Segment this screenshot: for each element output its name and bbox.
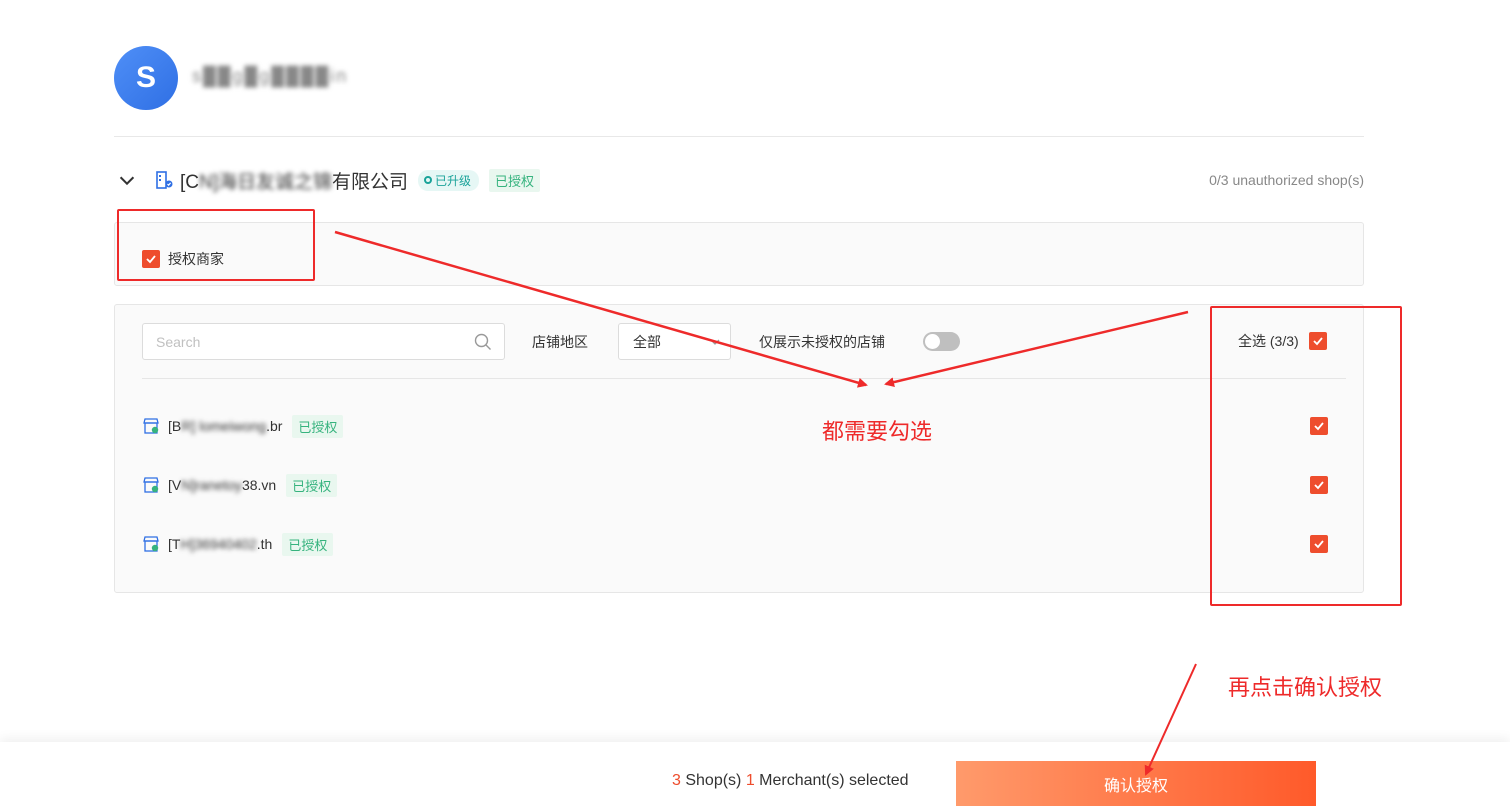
shop-row: [TH]36940402.th 已授权	[142, 532, 1328, 556]
shop-icon	[143, 418, 159, 434]
shop-name: [BR] lomeiwong.br	[168, 418, 283, 434]
merchant-count: 1	[745, 772, 755, 789]
confirm-authorize-button[interactable]: 确认授权	[956, 761, 1316, 806]
authorized-badge: 已授权	[292, 414, 344, 438]
chevron-down-icon[interactable]	[116, 169, 138, 191]
shop-row: [BR] lomeiwong.br 已授权	[142, 414, 1328, 438]
shop-row: [VN]ranetoy38.vn 已授权	[142, 473, 1328, 497]
shop-name: [TH]36940402.th	[168, 536, 273, 552]
authorized-badge: 已授权	[489, 168, 541, 192]
annotation-check-all: 都需要勾选	[822, 419, 933, 444]
search-box[interactable]	[142, 323, 505, 360]
region-select[interactable]: 全部	[618, 323, 731, 360]
unauthorized-only-toggle[interactable]	[923, 332, 960, 351]
divider	[114, 136, 1364, 137]
divider	[142, 378, 1346, 379]
chevron-down-icon	[710, 339, 720, 345]
shop-count: 3	[672, 772, 681, 789]
annotation-then-confirm: 再点击确认授权	[1228, 675, 1383, 700]
selection-summary: 3 Shop(s) 1 Merchant(s) selected	[672, 772, 909, 789]
search-input[interactable]	[143, 324, 443, 359]
annotation-box-checkboxes	[1210, 306, 1402, 606]
search-icon[interactable]	[474, 333, 492, 351]
merchant-building-icon	[156, 171, 173, 189]
authorized-badge: 已授权	[282, 532, 334, 556]
avatar: S	[114, 46, 178, 110]
unauthorized-only-label: 仅展示未授权的店铺	[759, 334, 885, 350]
merchant-name: [CN]海日友诚之锦有限公司	[180, 171, 409, 193]
unauthorized-shop-count: 0/3 unauthorized shop(s)	[1209, 172, 1364, 188]
toggle-knob	[925, 334, 940, 349]
region-label: 店铺地区	[532, 334, 588, 350]
shop-name: [VN]ranetoy38.vn	[168, 477, 277, 493]
merchant-row: [CN]海日友诚之锦有限公司 已升级 已授权 0/3 unauthorized …	[114, 164, 1364, 196]
annotation-box-merchant	[117, 209, 315, 281]
shop-icon	[143, 477, 159, 493]
account-name: s██g█g████in	[192, 66, 349, 86]
authorized-badge: 已授权	[286, 473, 338, 497]
region-select-value: 全部	[633, 333, 661, 350]
upgraded-badge: 已升级	[418, 169, 480, 191]
shop-icon	[143, 536, 159, 552]
upgraded-dot-icon	[424, 176, 433, 184]
